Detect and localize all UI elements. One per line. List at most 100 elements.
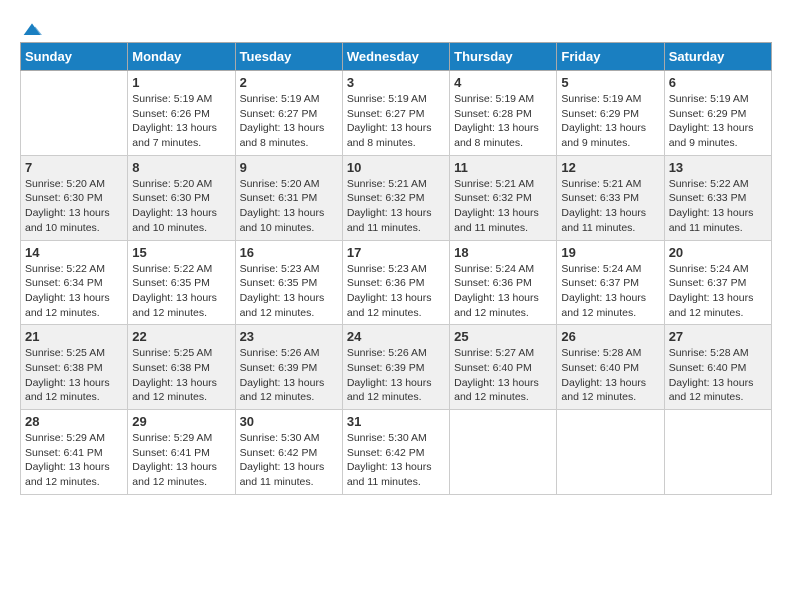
day-number: 29 bbox=[132, 414, 230, 429]
calendar-cell: 24 Sunrise: 5:26 AM Sunset: 6:39 PM Dayli… bbox=[342, 325, 449, 410]
calendar-header-tuesday: Tuesday bbox=[235, 43, 342, 71]
day-number: 22 bbox=[132, 329, 230, 344]
calendar-cell: 15Sunrise: 5:22 AM Sunset: 6:35 PM Dayli… bbox=[128, 240, 235, 325]
calendar-cell: 1 Sunrise: 5:19 AM Sunset: 6:26 PM Daylig… bbox=[128, 71, 235, 156]
calendar-cell: 17 Sunrise: 5:23 AM Sunset: 6:36 PM Dayli… bbox=[342, 240, 449, 325]
day-info: Sunrise: 5:27 AM Sunset: 6:40 PM Dayligh… bbox=[454, 346, 552, 405]
day-number: 19 bbox=[561, 245, 659, 260]
calendar-cell bbox=[664, 410, 771, 495]
day-info: Sunrise: 5:25 AM Sunset: 6:38 PM Dayligh… bbox=[132, 346, 230, 405]
calendar-header-saturday: Saturday bbox=[664, 43, 771, 71]
calendar-cell: 3 Sunrise: 5:19 AM Sunset: 6:27 PM Daylig… bbox=[342, 71, 449, 156]
day-info: Sunrise: 5:19 AM Sunset: 6:26 PM Dayligh… bbox=[132, 92, 230, 151]
day-info: Sunrise: 5:28 AM Sunset: 6:40 PM Dayligh… bbox=[561, 346, 659, 405]
day-info: Sunrise: 5:23 AM Sunset: 6:36 PM Dayligh… bbox=[347, 262, 445, 321]
calendar-cell bbox=[450, 410, 557, 495]
calendar-header-sunday: Sunday bbox=[21, 43, 128, 71]
day-number: 5 bbox=[561, 75, 659, 90]
day-info: Sunrise: 5:19 AM Sunset: 6:29 PM Dayligh… bbox=[561, 92, 659, 151]
day-number: 2 bbox=[240, 75, 338, 90]
calendar-cell: 4Sunrise: 5:19 AM Sunset: 6:28 PM Daylig… bbox=[450, 71, 557, 156]
calendar-week-3: 14 Sunrise: 5:22 AM Sunset: 6:34 PM Dayli… bbox=[21, 240, 772, 325]
day-info: Sunrise: 5:24 AM Sunset: 6:37 PM Dayligh… bbox=[669, 262, 767, 321]
calendar-cell: 31Sunrise: 5:30 AM Sunset: 6:42 PM Dayli… bbox=[342, 410, 449, 495]
day-number: 21 bbox=[25, 329, 123, 344]
day-info: Sunrise: 5:20 AM Sunset: 6:30 PM Dayligh… bbox=[132, 177, 230, 236]
day-info: Sunrise: 5:19 AM Sunset: 6:27 PM Dayligh… bbox=[347, 92, 445, 151]
day-info: Sunrise: 5:29 AM Sunset: 6:41 PM Dayligh… bbox=[25, 431, 123, 490]
calendar-header-friday: Friday bbox=[557, 43, 664, 71]
day-info: Sunrise: 5:21 AM Sunset: 6:32 PM Dayligh… bbox=[347, 177, 445, 236]
day-number: 26 bbox=[561, 329, 659, 344]
calendar-week-5: 28 Sunrise: 5:29 AM Sunset: 6:41 PM Dayli… bbox=[21, 410, 772, 495]
day-number: 24 bbox=[347, 329, 445, 344]
day-info: Sunrise: 5:23 AM Sunset: 6:35 PM Dayligh… bbox=[240, 262, 338, 321]
day-info: Sunrise: 5:28 AM Sunset: 6:40 PM Dayligh… bbox=[669, 346, 767, 405]
calendar-week-1: 1 Sunrise: 5:19 AM Sunset: 6:26 PM Daylig… bbox=[21, 71, 772, 156]
calendar-cell bbox=[21, 71, 128, 156]
day-number: 6 bbox=[669, 75, 767, 90]
day-number: 1 bbox=[132, 75, 230, 90]
day-number: 20 bbox=[669, 245, 767, 260]
calendar-cell: 21 Sunrise: 5:25 AM Sunset: 6:38 PM Dayli… bbox=[21, 325, 128, 410]
day-number: 23 bbox=[240, 329, 338, 344]
day-info: Sunrise: 5:20 AM Sunset: 6:30 PM Dayligh… bbox=[25, 177, 123, 236]
calendar-cell: 18 Sunrise: 5:24 AM Sunset: 6:36 PM Dayli… bbox=[450, 240, 557, 325]
day-number: 7 bbox=[25, 160, 123, 175]
day-number: 30 bbox=[240, 414, 338, 429]
day-info: Sunrise: 5:22 AM Sunset: 6:33 PM Dayligh… bbox=[669, 177, 767, 236]
calendar-cell: 23 Sunrise: 5:26 AM Sunset: 6:39 PM Dayli… bbox=[235, 325, 342, 410]
day-number: 13 bbox=[669, 160, 767, 175]
day-info: Sunrise: 5:25 AM Sunset: 6:38 PM Dayligh… bbox=[25, 346, 123, 405]
day-number: 3 bbox=[347, 75, 445, 90]
day-info: Sunrise: 5:26 AM Sunset: 6:39 PM Dayligh… bbox=[347, 346, 445, 405]
calendar-cell: 20 Sunrise: 5:24 AM Sunset: 6:37 PM Dayli… bbox=[664, 240, 771, 325]
calendar-cell: 16Sunrise: 5:23 AM Sunset: 6:35 PM Dayli… bbox=[235, 240, 342, 325]
day-number: 17 bbox=[347, 245, 445, 260]
day-number: 14 bbox=[25, 245, 123, 260]
calendar-week-2: 7 Sunrise: 5:20 AM Sunset: 6:30 PM Daylig… bbox=[21, 155, 772, 240]
day-info: Sunrise: 5:21 AM Sunset: 6:32 PM Dayligh… bbox=[454, 177, 552, 236]
calendar-cell: 27 Sunrise: 5:28 AM Sunset: 6:40 PM Dayli… bbox=[664, 325, 771, 410]
calendar-cell: 9Sunrise: 5:20 AM Sunset: 6:31 PM Daylig… bbox=[235, 155, 342, 240]
calendar-cell: 28 Sunrise: 5:29 AM Sunset: 6:41 PM Dayli… bbox=[21, 410, 128, 495]
calendar-cell: 14 Sunrise: 5:22 AM Sunset: 6:34 PM Dayli… bbox=[21, 240, 128, 325]
day-info: Sunrise: 5:22 AM Sunset: 6:35 PM Dayligh… bbox=[132, 262, 230, 321]
calendar-cell: 29 Sunrise: 5:29 AM Sunset: 6:41 PM Dayli… bbox=[128, 410, 235, 495]
calendar-cell: 26 Sunrise: 5:28 AM Sunset: 6:40 PM Dayli… bbox=[557, 325, 664, 410]
calendar-cell bbox=[557, 410, 664, 495]
calendar-header-monday: Monday bbox=[128, 43, 235, 71]
day-number: 10 bbox=[347, 160, 445, 175]
calendar-header-thursday: Thursday bbox=[450, 43, 557, 71]
logo bbox=[20, 20, 42, 32]
day-info: Sunrise: 5:22 AM Sunset: 6:34 PM Dayligh… bbox=[25, 262, 123, 321]
calendar-cell: 6 Sunrise: 5:19 AM Sunset: 6:29 PM Daylig… bbox=[664, 71, 771, 156]
day-number: 25 bbox=[454, 329, 552, 344]
calendar-cell: 22 Sunrise: 5:25 AM Sunset: 6:38 PM Dayli… bbox=[128, 325, 235, 410]
calendar-cell: 12 Sunrise: 5:21 AM Sunset: 6:33 PM Dayli… bbox=[557, 155, 664, 240]
day-info: Sunrise: 5:21 AM Sunset: 6:33 PM Dayligh… bbox=[561, 177, 659, 236]
logo-icon bbox=[22, 20, 42, 40]
day-number: 28 bbox=[25, 414, 123, 429]
calendar-cell: 19 Sunrise: 5:24 AM Sunset: 6:37 PM Dayli… bbox=[557, 240, 664, 325]
calendar-header-row: SundayMondayTuesdayWednesdayThursdayFrid… bbox=[21, 43, 772, 71]
day-info: Sunrise: 5:19 AM Sunset: 6:27 PM Dayligh… bbox=[240, 92, 338, 151]
day-number: 27 bbox=[669, 329, 767, 344]
calendar-header-wednesday: Wednesday bbox=[342, 43, 449, 71]
day-number: 12 bbox=[561, 160, 659, 175]
day-info: Sunrise: 5:24 AM Sunset: 6:37 PM Dayligh… bbox=[561, 262, 659, 321]
day-number: 31 bbox=[347, 414, 445, 429]
day-info: Sunrise: 5:30 AM Sunset: 6:42 PM Dayligh… bbox=[240, 431, 338, 490]
day-number: 11 bbox=[454, 160, 552, 175]
calendar-week-4: 21 Sunrise: 5:25 AM Sunset: 6:38 PM Dayli… bbox=[21, 325, 772, 410]
calendar-cell: 11 Sunrise: 5:21 AM Sunset: 6:32 PM Dayli… bbox=[450, 155, 557, 240]
calendar-cell: 13 Sunrise: 5:22 AM Sunset: 6:33 PM Dayli… bbox=[664, 155, 771, 240]
day-number: 4 bbox=[454, 75, 552, 90]
calendar-cell: 7 Sunrise: 5:20 AM Sunset: 6:30 PM Daylig… bbox=[21, 155, 128, 240]
day-info: Sunrise: 5:29 AM Sunset: 6:41 PM Dayligh… bbox=[132, 431, 230, 490]
day-info: Sunrise: 5:26 AM Sunset: 6:39 PM Dayligh… bbox=[240, 346, 338, 405]
day-info: Sunrise: 5:19 AM Sunset: 6:29 PM Dayligh… bbox=[669, 92, 767, 151]
day-number: 18 bbox=[454, 245, 552, 260]
day-info: Sunrise: 5:24 AM Sunset: 6:36 PM Dayligh… bbox=[454, 262, 552, 321]
day-number: 9 bbox=[240, 160, 338, 175]
